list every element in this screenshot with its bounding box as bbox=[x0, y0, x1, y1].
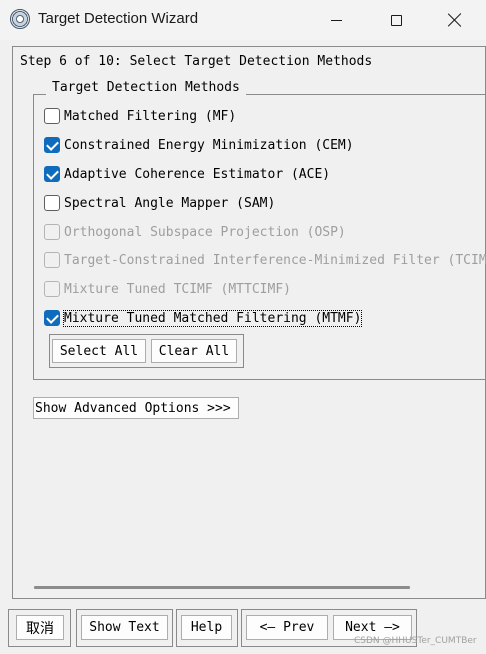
method-option-ace[interactable]: Adaptive Coherence Estimator (ACE) bbox=[44, 164, 330, 184]
method-label: Adaptive Coherence Estimator (ACE) bbox=[64, 166, 331, 182]
method-option-tcimf: Target-Constrained Interference-Minimize… bbox=[44, 250, 486, 270]
clear-all-button[interactable]: Clear All bbox=[151, 339, 237, 363]
method-label: Matched Filtering (MF) bbox=[64, 108, 237, 124]
close-icon bbox=[448, 13, 462, 27]
method-label: Constrained Energy Minimization (CEM) bbox=[64, 137, 354, 153]
method-label: Spectral Angle Mapper (SAM) bbox=[64, 195, 276, 211]
app-icon bbox=[10, 9, 30, 29]
method-option-cem[interactable]: Constrained Energy Minimization (CEM) bbox=[44, 135, 354, 155]
method-checkbox[interactable] bbox=[44, 195, 60, 211]
method-checkbox[interactable] bbox=[44, 137, 60, 153]
title-bar[interactable]: Target Detection Wizard bbox=[0, 0, 486, 40]
method-checkbox bbox=[44, 281, 60, 297]
method-option-mf[interactable]: Matched Filtering (MF) bbox=[44, 106, 236, 126]
select-all-button[interactable]: Select All bbox=[52, 339, 146, 363]
help-button[interactable]: Help bbox=[181, 615, 232, 640]
method-label: Mixture Tuned Matched Filtering (MTMF) bbox=[62, 309, 363, 327]
method-checkbox[interactable] bbox=[44, 166, 60, 182]
method-checkbox[interactable] bbox=[44, 108, 60, 124]
method-label: Orthogonal Subspace Projection (OSP) bbox=[64, 224, 346, 240]
method-label: Mixture Tuned TCIMF (MTTCIMF) bbox=[64, 281, 291, 297]
maximize-icon bbox=[390, 14, 402, 26]
methods-group-legend: Target Detection Methods bbox=[46, 80, 246, 95]
method-label: Target-Constrained Interference-Minimize… bbox=[64, 252, 486, 268]
method-checkbox bbox=[44, 224, 60, 240]
close-button[interactable] bbox=[432, 0, 478, 40]
prev-button[interactable]: <— Prev bbox=[246, 615, 328, 640]
step-label: Step 6 of 10: Select Target Detection Me… bbox=[20, 54, 373, 69]
method-option-sam[interactable]: Spectral Angle Mapper (SAM) bbox=[44, 193, 275, 213]
watermark: CSDN @HHUSTer_CUMTBer bbox=[354, 636, 477, 646]
method-option-mttcimf: Mixture Tuned TCIMF (MTTCIMF) bbox=[44, 279, 291, 299]
maximize-button[interactable] bbox=[373, 0, 419, 40]
method-option-mtmf[interactable]: Mixture Tuned Matched Filtering (MTMF) bbox=[44, 308, 363, 328]
show-text-button[interactable]: Show Text bbox=[81, 615, 168, 640]
minimize-button[interactable] bbox=[313, 0, 359, 40]
minimize-icon bbox=[330, 19, 342, 21]
method-checkbox bbox=[44, 252, 60, 268]
show-advanced-options-button[interactable]: Show Advanced Options >>> bbox=[33, 397, 239, 419]
window-title: Target Detection Wizard bbox=[38, 10, 199, 27]
method-option-osp: Orthogonal Subspace Projection (OSP) bbox=[44, 222, 346, 242]
cancel-button[interactable]: 取消 bbox=[16, 615, 64, 640]
horizontal-scrollbar[interactable] bbox=[34, 586, 410, 589]
method-checkbox[interactable] bbox=[44, 310, 60, 326]
